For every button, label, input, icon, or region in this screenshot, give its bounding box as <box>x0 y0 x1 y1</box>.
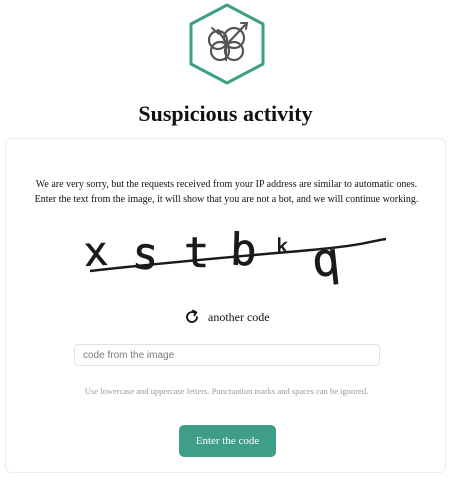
another-code-label: another code <box>208 309 270 324</box>
captcha-image: x s t b k q <box>82 227 386 288</box>
svg-text:k: k <box>276 234 288 258</box>
svg-text:s: s <box>130 228 160 281</box>
page-title: Suspicious activity <box>138 101 313 126</box>
svg-text:b: b <box>229 227 257 276</box>
refresh-icon <box>186 309 198 323</box>
another-code-button[interactable]: another code <box>184 307 270 327</box>
svg-text:q: q <box>309 231 342 288</box>
message-line-1: We are very sorry, but the requests rece… <box>35 179 418 190</box>
logo-icon <box>189 3 265 85</box>
message-line-2: Enter the text from the image, it will s… <box>34 194 419 205</box>
enter-code-button[interactable]: Enter the code <box>179 425 276 457</box>
input-hint: Use lowercase and uppercase letters. Pun… <box>84 386 369 396</box>
captcha-card: We are very sorry, but the requests rece… <box>5 138 446 473</box>
svg-text:t: t <box>184 228 209 277</box>
apology-message: We are very sorry, but the requests rece… <box>6 177 447 207</box>
captcha-code-input[interactable] <box>74 344 380 366</box>
